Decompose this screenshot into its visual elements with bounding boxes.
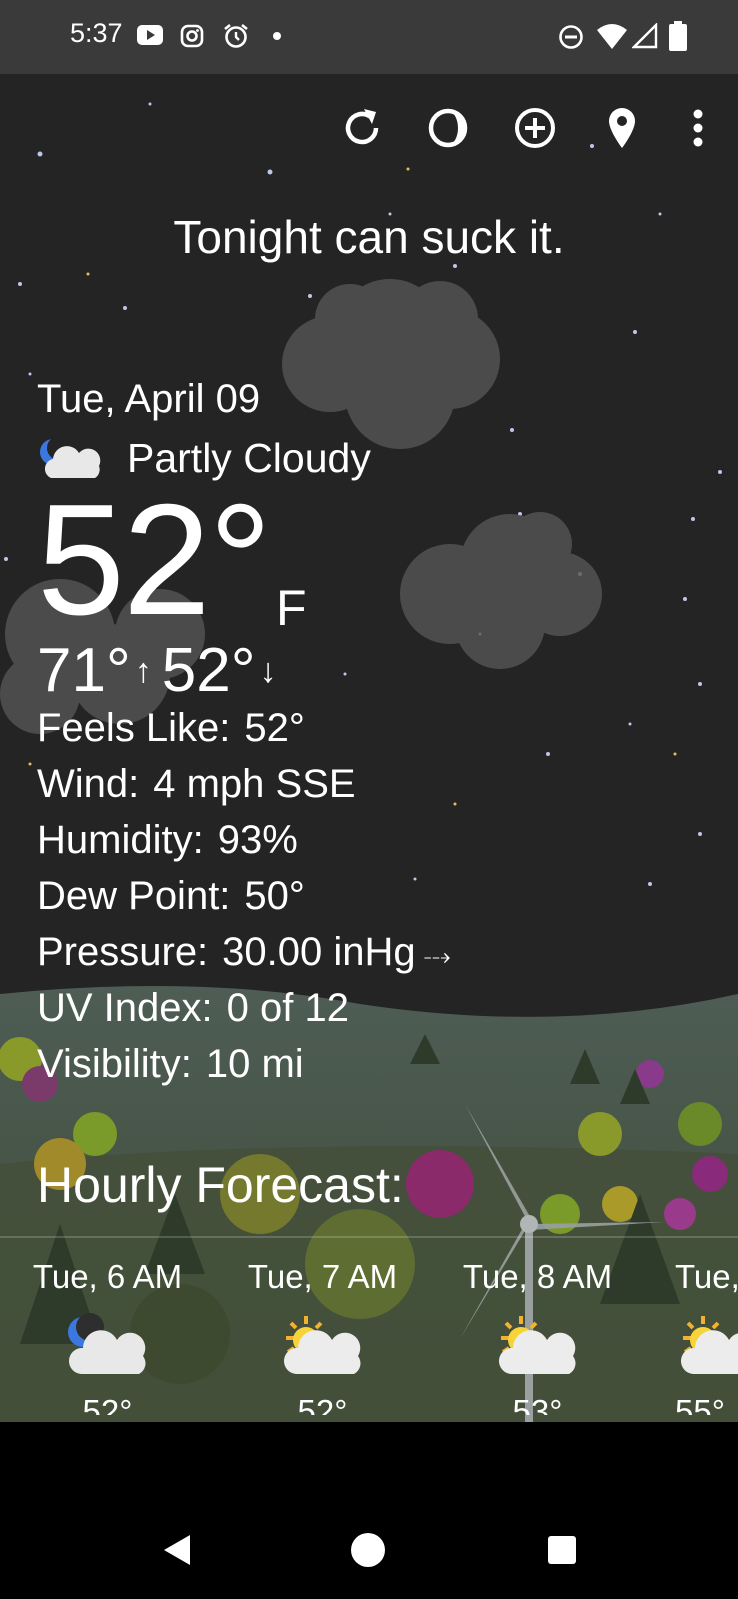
hour-label: Tue, 6 AM — [32, 1258, 183, 1295]
hourly-item[interactable]: Tue, 9 AM 55° — [645, 1258, 738, 1415]
detail-humidity: Humidity: 93% — [37, 818, 298, 862]
status-time: 5:37 — [70, 18, 123, 48]
add-location-button[interactable] — [507, 100, 563, 156]
hour-temp: 53° — [512, 1393, 563, 1415]
navigation-bar — [0, 1422, 738, 1599]
theme-button[interactable] — [420, 100, 476, 156]
detail-uv-index: UV Index: 0 of 12 — [37, 986, 349, 1030]
alarm-icon — [224, 23, 248, 48]
partly-cloudy-night-icon — [67, 1313, 146, 1374]
detail-dew-point: Dew Point: 50° — [37, 874, 305, 918]
pressure-trend-icon: ⤏ — [423, 941, 451, 971]
partly-cloudy-day-icon — [681, 1316, 738, 1374]
theme-icon — [428, 108, 468, 148]
refresh-icon — [345, 109, 379, 145]
more-options-button[interactable] — [670, 100, 726, 156]
cell-signal-icon — [632, 23, 658, 49]
weather-scene: Tonight can suck it. Tue, April 09 Partl… — [0, 74, 738, 1422]
temperature-unit: F — [276, 580, 307, 636]
detail-visibility: Visibility: 10 mi — [37, 1042, 304, 1086]
do-not-disturb-icon — [559, 25, 583, 49]
detail-wind: Wind: 4 mph SSE — [37, 762, 356, 806]
low-temp: 52° — [161, 636, 256, 705]
youtube-icon — [137, 25, 163, 45]
add-location-icon — [515, 108, 555, 148]
high-low: 71° ↑ 52° ↓ — [37, 640, 287, 702]
down-arrow-icon: ↓ — [259, 652, 277, 690]
wifi-icon — [597, 24, 627, 49]
divider — [0, 1236, 738, 1238]
partly-cloudy-day-icon — [498, 1316, 576, 1374]
refresh-button[interactable] — [334, 100, 390, 156]
hourly-forecast-title: Hourly Forecast: — [37, 1157, 404, 1213]
high-temp: 71° — [37, 636, 131, 705]
hour-temp: 55° — [675, 1393, 725, 1415]
tagline: Tonight can suck it. — [173, 211, 565, 263]
up-arrow-icon: ↑ — [134, 652, 152, 690]
hour-temp: 52° — [297, 1393, 348, 1415]
dot-icon — [273, 32, 281, 40]
hourly-item[interactable]: Tue, 8 AM 53° — [430, 1258, 645, 1415]
hourly-item[interactable]: Tue, 6 AM 52° — [0, 1258, 215, 1415]
hour-label: Tue, 7 AM — [247, 1258, 398, 1295]
detail-feels-like: Feels Like: 52° — [37, 706, 305, 750]
more-icon — [693, 109, 703, 147]
hourly-item[interactable]: Tue, 7 AM 52° — [215, 1258, 430, 1415]
battery-icon — [669, 21, 687, 51]
status-bar: 5:37 — [0, 0, 738, 74]
recents-icon[interactable] — [546, 1534, 578, 1566]
hour-temp: 52° — [82, 1393, 133, 1415]
instagram-icon — [180, 24, 204, 48]
hour-label: Tue, 8 AM — [462, 1258, 613, 1295]
current-date: Tue, April 09 — [37, 377, 261, 421]
back-icon[interactable] — [160, 1532, 194, 1568]
current-temperature: 52° — [37, 472, 272, 648]
home-icon[interactable] — [350, 1532, 386, 1568]
hour-label: Tue, 9 AM — [675, 1258, 738, 1295]
detail-pressure: Pressure: 30.00 inHg ⤏ — [37, 930, 451, 974]
location-button[interactable] — [594, 100, 650, 156]
partly-cloudy-day-icon — [283, 1316, 361, 1374]
location-pin-icon — [609, 108, 635, 148]
